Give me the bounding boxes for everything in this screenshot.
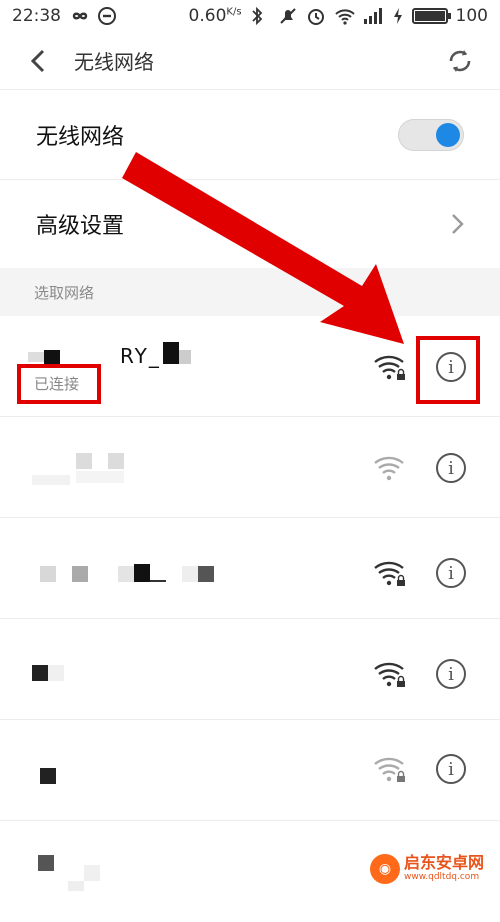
mute-icon [278,6,298,26]
bluetooth-icon [250,6,270,26]
redacted-block [38,855,54,871]
watermark-logo-icon: ◉ [370,853,400,884]
redacted-block [108,453,124,469]
network-info-button[interactable]: i [436,659,466,689]
redacted-block [182,566,198,582]
wifi-lock-icon [374,662,405,687]
network-info-button[interactable]: i [436,453,466,483]
redacted-block [32,665,48,681]
cell-signal-icon [362,6,384,26]
redacted-block [68,881,84,891]
redacted-block [179,350,191,364]
info-icon: i [448,758,454,780]
redacted-block [76,471,124,483]
charging-icon [392,6,404,26]
sync-icon [97,6,117,26]
page-title: 无线网络 [74,50,154,74]
network-name: RY_ [120,344,161,368]
annotation-box-connected [17,364,101,404]
wifi-status-icon [334,6,355,26]
wifi-lock-icon [374,757,405,782]
network-info-button[interactable]: i [436,558,466,588]
info-icon: i [448,457,454,479]
wifi-toggle-switch[interactable] [398,118,464,151]
redacted-block [163,342,179,364]
infinity-icon [69,6,89,26]
advanced-settings-row[interactable]: 高级设置 [0,180,500,268]
redacted-block [28,352,44,362]
watermark: ◉ 启东安卓网 www.qdltdq.com [370,848,500,889]
redacted-block [72,566,88,582]
advanced-settings-label: 高级设置 [36,214,125,239]
annotation-box-info [416,336,480,404]
network-item[interactable]: i [0,619,500,720]
network-list: RY_ 已连接 i i i i i [0,316,500,922]
clock: 22:38 [12,6,61,26]
refresh-button[interactable] [438,39,482,83]
chevron-right-icon [452,214,464,234]
redacted-block [48,665,64,681]
back-button[interactable] [18,41,58,81]
wifi-lock-icon [374,561,405,586]
status-bar: 22:38 0.60K/s 100 [0,0,500,32]
info-icon: i [448,663,454,685]
redacted-block [134,564,150,582]
chevron-left-icon [30,49,45,72]
redacted-block [76,453,92,469]
network-item[interactable]: i [0,518,500,619]
wifi-label: 无线网络 [36,124,125,150]
network-item[interactable]: i [0,417,500,518]
alarm-icon [306,6,326,26]
redacted-block [40,566,56,582]
redacted-block [32,475,70,485]
battery-icon [411,8,451,24]
redacted-block [198,566,214,582]
wifi-icon [374,456,404,481]
network-item[interactable]: i [0,720,500,821]
redacted-block [44,350,60,364]
refresh-icon [449,49,471,72]
watermark-title: 启东安卓网 [404,853,485,872]
redacted-block [150,580,166,582]
redacted-block [40,768,56,784]
section-header-choose-network: 选取网络 [0,268,500,316]
network-speed: 0.60K/s [188,6,242,26]
redacted-block [84,865,100,881]
info-icon: i [448,562,454,584]
battery-level: 100 [455,6,488,26]
title-bar: 无线网络 [0,32,500,90]
watermark-url: www.qdltdq.com [404,872,480,882]
network-info-button[interactable]: i [436,754,466,784]
wifi-lock-icon [374,355,405,380]
redacted-block [118,566,134,582]
toggle-knob [436,122,460,147]
wifi-toggle-row[interactable]: 无线网络 [0,90,500,180]
